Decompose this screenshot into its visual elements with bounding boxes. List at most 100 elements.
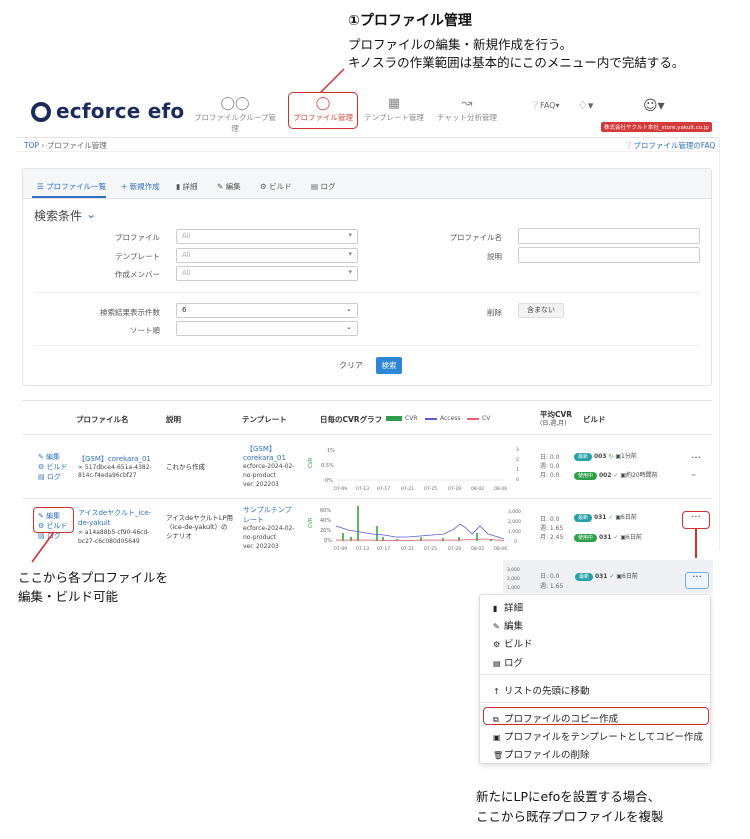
row1-profile-name[interactable]: 【GSM】corekara_01 [78,454,151,464]
edit-icon: ✎ [217,182,224,191]
menu-item-detail[interactable]: ▮ 詳細 [493,600,523,614]
search-button[interactable]: 検索 [376,357,402,374]
account-icon[interactable]: ☺▾ [643,98,665,114]
menu-item-build[interactable]: ⚙ ビルド [493,636,533,650]
zoom-more-button[interactable]: ··· [685,572,709,589]
faq-menu[interactable]: ❔FAQ▾ [530,101,559,110]
tab-label: 編集 [225,182,241,191]
x-tick: 07-29 [448,546,461,552]
menu-item-copy-template[interactable]: ▣ プロファイルをテンプレートとしてコピー作成 [493,729,703,743]
row1-build-link[interactable]: ⚙ ビルド [38,462,68,472]
y-tick: 0.5% [321,463,334,469]
tab-label: 詳細 [182,182,198,191]
chevron-down-icon: ⌄ [346,305,352,313]
member-label: 作成メンバー [115,270,160,279]
logo-text[interactable]: ecforce efo [56,99,184,123]
sort-select[interactable]: ⌄ [176,321,358,336]
note-left-2: 編集・ビルド可能 [18,589,119,604]
row2-edit-link[interactable]: ✎ 編集 [38,511,68,521]
row2-build-latest[interactable]: 最新 031 ✓ ▣6日前 [574,514,637,523]
r-tick: 0 [514,539,517,545]
faq-link[interactable]: ❔プロファイル管理のFAQ [624,140,715,151]
menu-label: プロファイルのコピー作成 [504,714,619,725]
breadcrumb: TOP › プロファイル管理 [24,140,107,151]
row2-cvr-month: 月: 2.45 [540,534,564,541]
arrow-up-icon: ↑ [493,687,500,696]
delete-label: 削除 [487,308,502,317]
status-badge: 使用中 [574,472,598,480]
row1-build-latest[interactable]: 最新 003 ↻ ▣1分前 [574,453,637,462]
menu-label: 詳細 [504,603,524,614]
result-count-select[interactable]: 6 ⌄ [176,303,358,318]
zoom-build-latest[interactable]: 最新 031 ✓ ▣6日前 [575,573,638,582]
row2-description-2: （ice-de-yakult）の [166,523,228,531]
divider [34,292,700,293]
clear-button[interactable]: クリア [334,358,368,373]
tab-log[interactable]: ▤ ログ [311,181,335,192]
delete-filter-button[interactable]: 含まない [518,303,564,318]
row2-more-button[interactable]: ··· [684,513,708,529]
member-select[interactable]: All ▾ [176,266,358,281]
row2-description-3: シナリオ [166,532,192,540]
menu-label: ビルド [504,639,533,650]
row1-description: これから作成 [166,463,205,471]
row2-template-name-2[interactable]: レート [243,515,264,525]
row1-template-name-2[interactable]: corekara_01 [243,453,286,463]
x-tick: 07-13 [356,486,369,492]
row1-more-button[interactable]: ··· [684,454,708,470]
log-label: ログ [46,473,61,481]
callout-title: ①プロファイル管理 [348,13,472,29]
row2-profile-name-1[interactable]: アイスdeヤクルト_ice- [78,508,151,518]
row2-template-name-1[interactable]: サンプルテンプ [243,505,292,515]
row2-build-in-use[interactable]: 使用中 031 ✓ ▣6日前 [574,534,642,543]
profile-name-input[interactable] [518,228,700,244]
tab-profile-list[interactable]: ☰ プロファイル一覧 [37,181,106,192]
edit-label: 編集 [46,512,61,520]
tab-edit[interactable]: ✎ 編集 [217,181,241,192]
copy-icon: ⧉ [493,715,499,724]
log-icon: ▤ [311,182,319,191]
caret-icon: ▾ [348,231,352,239]
tab-build[interactable]: ⚙ ビルド [260,181,292,192]
breadcrumb-top[interactable]: TOP [24,141,39,150]
menu-item-log[interactable]: ▤ ログ [493,655,523,669]
svg-text:CVR: CVR [308,457,314,468]
template-select-value: All [182,251,191,259]
faq-label: FAQ [539,101,556,110]
nav-template[interactable]: ▦ テンプレート管理 [352,96,436,123]
chevron-down-icon: ⌄ [346,323,352,331]
row1-edit-link[interactable]: ✎ 編集 [38,452,68,462]
menu-item-move-top[interactable]: ↑ リストの先頭に移動 [493,683,590,697]
template-select[interactable]: All ▾ [176,248,358,263]
row1-log-link[interactable]: ▤ ログ [38,472,68,482]
nav-chat-analysis[interactable]: ↝ チャット分析管理 [425,96,509,123]
menu-label: ログ [504,658,524,669]
r-tick: 1 [516,467,519,473]
tab-new[interactable]: + 新規作成 [121,181,160,192]
legend-cv-swatch [467,418,479,420]
row1-cvr-chart: CVR 1% 0.5% 0% 07-09 07-13 07-17 07-21 0… [308,447,519,492]
menu-separator [480,702,710,703]
profile-select[interactable]: All ▾ [176,229,358,244]
row1-drag-handle[interactable]: = [691,472,696,481]
breadcrumb-bar [16,138,720,152]
edit-pointer [31,531,55,563]
build-label: ビルド [46,463,68,471]
nav-label: プロファイルグループ管理 [193,113,277,133]
row2-profile-name-2[interactable]: de-yakult [78,518,111,528]
chevron-down-icon[interactable]: ⌄ [86,207,96,221]
y-tick: 40% [320,518,331,524]
description-label: 説明 [487,252,502,261]
menu-item-copy[interactable]: ⧉ プロファイルのコピー作成 [493,711,618,725]
row1-build-in-use[interactable]: 使用中 002 ✓ ▣約20時間前 [574,472,658,481]
menu-item-delete[interactable]: 🗑プロファイルの削除 [493,747,590,761]
th-template: テンプレート [242,415,287,424]
question-icon: ❔ [624,141,634,150]
menu-item-edit[interactable]: ✎ 編集 [493,618,523,632]
row1-cvr-month: 月: 0.0 [540,472,560,479]
refresh-icon: ↻ [608,453,614,460]
bell-icon[interactable]: ♢▾ [578,99,593,112]
tab-detail[interactable]: ▮ 詳細 [176,181,198,192]
nav-profile-group[interactable]: ◯◯ プロファイルグループ管理 [193,96,277,134]
description-input[interactable] [518,247,700,263]
